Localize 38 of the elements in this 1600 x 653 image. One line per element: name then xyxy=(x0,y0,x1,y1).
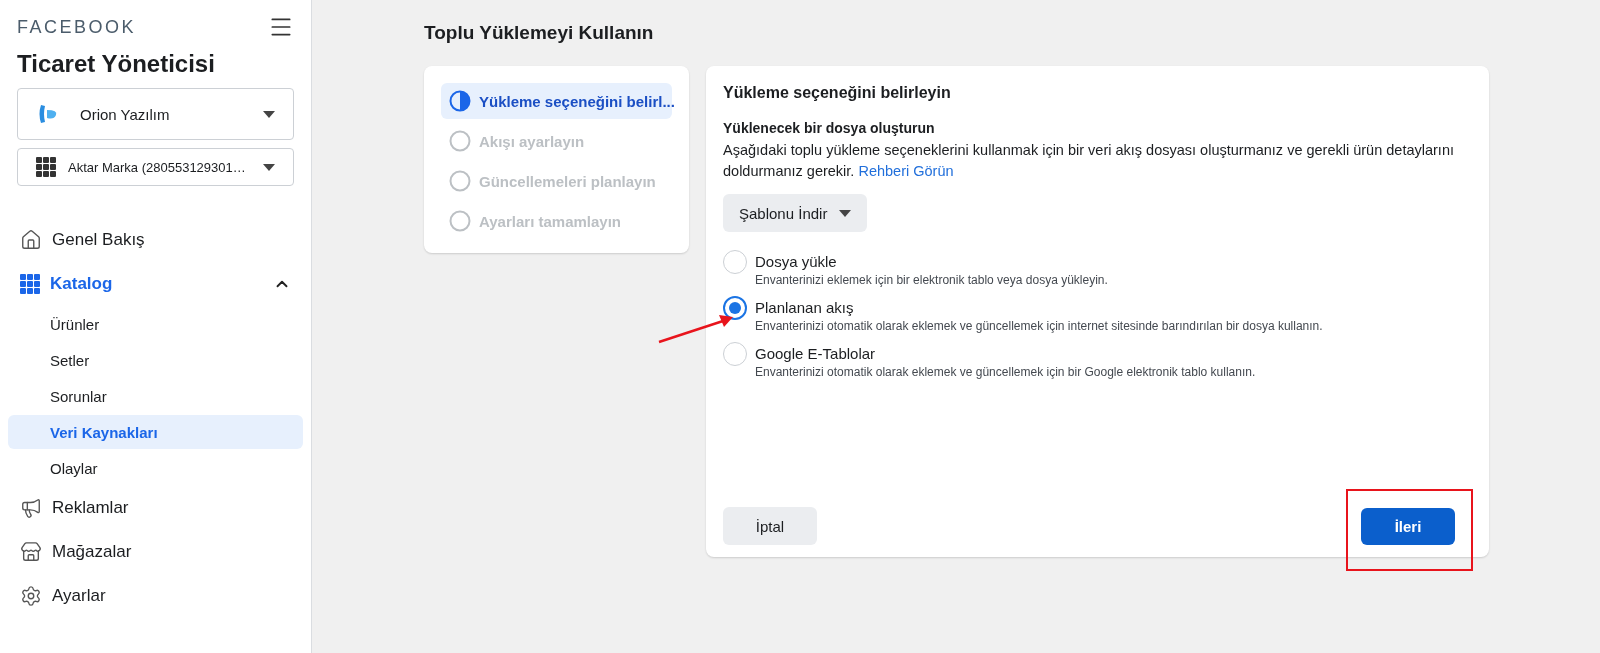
nav-subitem[interactable]: Olaylar xyxy=(8,451,303,485)
nav-item[interactable]: Ayarlar xyxy=(8,574,303,618)
caret-icon xyxy=(263,110,275,118)
caret-icon xyxy=(263,163,275,171)
nav-item[interactable]: Reklamlar xyxy=(8,486,303,530)
megaphone-icon xyxy=(20,497,42,519)
app-title: Ticaret Yöneticisi xyxy=(17,50,216,78)
option-label: Google E-Tablolar xyxy=(755,345,877,362)
nav-subitem[interactable]: Sorunlar xyxy=(8,379,303,413)
nav-subitem[interactable]: Veri Kaynakları xyxy=(8,415,303,449)
section-heading: Yüklenecek bir dosya oluşturun xyxy=(723,120,936,136)
grid-icon xyxy=(20,274,40,294)
nav-subitem[interactable]: Ürünler xyxy=(8,307,303,341)
option-label: Planlanan akış xyxy=(755,299,855,316)
option-description: Envanterinizi otomatik olarak eklemek ve güncellemek için bir Google elektronik tablo kullanın. xyxy=(755,365,1256,379)
step-item[interactable]: Yükleme seçeneğini belirl... xyxy=(441,83,672,119)
caret-icon xyxy=(839,209,852,217)
panel-heading: Yükleme seçeneğini belirleyin xyxy=(723,84,952,102)
settings-icon xyxy=(20,585,42,607)
guide-link[interactable]: Rehberi Görün xyxy=(858,163,954,179)
next-button[interactable]: İleri xyxy=(1361,507,1455,545)
nav-item[interactable]: Mağazalar xyxy=(8,530,303,574)
option-description: Envanterinizi eklemek için bir elektronik tablo veya dosya yükleyin. xyxy=(755,273,1108,287)
nav-subitem[interactable]: Setler xyxy=(8,343,303,377)
nav-item[interactable]: Genel Bakış xyxy=(8,218,303,262)
catalog-dropdown[interactable]: Aktar Marka (280553129301… xyxy=(17,148,294,186)
grid-icon xyxy=(36,157,56,177)
cancel-button[interactable]: İptal xyxy=(723,507,817,545)
brand-wordmark: FACEBOOK xyxy=(17,16,137,38)
option-label: Dosya yükle xyxy=(755,253,838,270)
house-icon xyxy=(20,229,42,251)
download-template-button[interactable]: Şablonu İndir xyxy=(723,194,868,232)
nav-item[interactable]: Katalog xyxy=(8,262,303,306)
option-description: Envanterinizi otomatik olarak eklemek ve güncellemek için internet sitesinde barındırılan bir dosya kullanın. xyxy=(755,319,1323,333)
store-icon xyxy=(20,541,42,563)
business-dropdown[interactable]: Orion Yazılım xyxy=(17,88,294,140)
description-text: Aşağıdaki toplu yükleme seçeneklerini kullanmak için bir veri akış dosyası oluşturmanız ve gerekli ürün detaylarını doldurmanız gerekir. Rehberi Görün xyxy=(723,141,1455,181)
page-title: Toplu Yüklemeyi Kullanın xyxy=(424,22,655,44)
